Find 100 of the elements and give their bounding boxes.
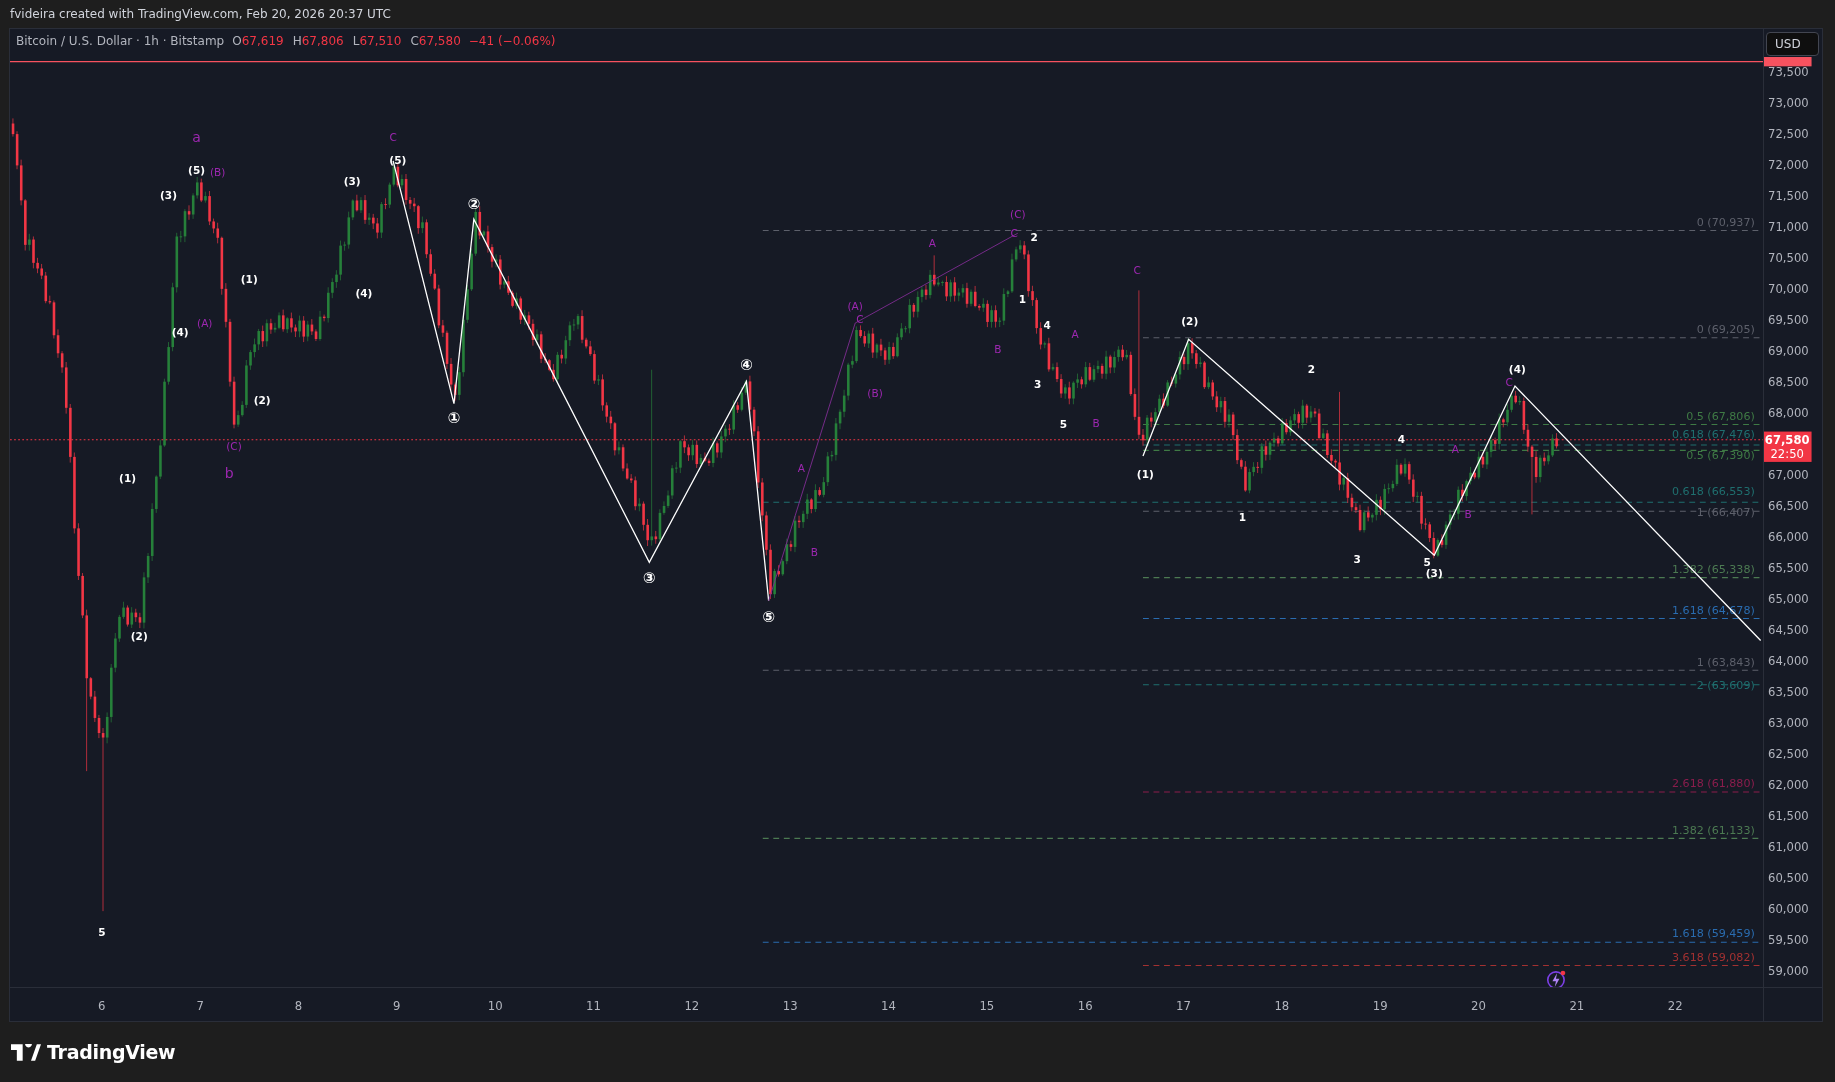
- wave-label: ⑤: [762, 607, 776, 626]
- last-price-tag: [1764, 431, 1812, 462]
- time-axis-label: 17: [1176, 999, 1191, 1014]
- price-axis-label: 59,500: [1768, 932, 1809, 947]
- wave-label: (4): [355, 287, 373, 300]
- price-axis-label: 71,000: [1768, 219, 1809, 234]
- bar-countdown: 22:50: [1770, 447, 1804, 462]
- wave-label: (A): [847, 300, 863, 313]
- price-axis-label: 64,000: [1768, 653, 1809, 668]
- time-axis-label: 16: [1077, 999, 1093, 1014]
- fib-level-label: 1.382 (61,133): [1672, 823, 1755, 837]
- wave-label: (C): [1010, 208, 1026, 221]
- wave-label: ④: [739, 355, 753, 374]
- currency-button[interactable]: USD: [1766, 32, 1819, 56]
- wave-label: 5: [1059, 418, 1068, 431]
- price-axis-label: 60,000: [1768, 901, 1809, 916]
- time-axis-label: 14: [881, 999, 896, 1014]
- time-axis-label: 8: [294, 999, 303, 1014]
- time-axis-label: 6: [98, 999, 106, 1014]
- wave-label: A: [1451, 442, 1459, 455]
- wave-label: (1): [240, 273, 258, 286]
- time-axis-label: 20: [1471, 999, 1486, 1014]
- wave-label: C: [1505, 376, 1513, 389]
- caption-text: fvideira created with TradingView.com, Feb 20, 2026 20:37 UTC: [10, 7, 391, 21]
- wave-label: (5): [188, 163, 206, 176]
- time-axis-label: 21: [1569, 999, 1585, 1014]
- wave-label: 1: [1238, 511, 1247, 524]
- time-axis-label: 19: [1372, 999, 1388, 1014]
- wave-label: (B): [867, 386, 883, 399]
- time-axis-label: 22: [1667, 999, 1683, 1014]
- price-axis-label: 63,500: [1768, 684, 1809, 699]
- time-axis-label: 10: [487, 999, 503, 1014]
- ohlc-value: L67,510: [352, 34, 402, 48]
- time-axis-label: 13: [782, 999, 798, 1014]
- wave-label: (C): [226, 440, 242, 453]
- price-axis-label: 64,500: [1768, 622, 1809, 637]
- price-axis-label: 63,000: [1768, 715, 1809, 730]
- price-axis-label: 68,500: [1768, 374, 1809, 389]
- wave-label: C: [1133, 264, 1141, 277]
- wave-label: 3: [1353, 553, 1361, 566]
- time-axis-label: 15: [979, 999, 995, 1014]
- wave-label: A: [1071, 328, 1079, 341]
- lightning-icon: [1546, 970, 1566, 987]
- wave-label: ③: [642, 569, 656, 588]
- price-axis-label: 69,000: [1768, 343, 1809, 358]
- wave-label: (3): [160, 189, 177, 202]
- fib-level-label: 0 (69,205): [1696, 323, 1755, 337]
- wave-label: 3: [1034, 378, 1042, 391]
- fib-level-label: 0.618 (67,476): [1672, 428, 1755, 442]
- price-axis-label: 60,500: [1768, 870, 1809, 885]
- wave-label: 1: [1018, 293, 1027, 306]
- price-axis-label: 70,000: [1768, 281, 1809, 296]
- wave-label: C: [856, 313, 864, 326]
- symbol-title: Bitcoin / U.S. Dollar · 1h · Bitstamp: [16, 34, 225, 48]
- wave-label: ①: [447, 409, 461, 428]
- fib-level-label: 0.5 (67,806): [1686, 409, 1755, 423]
- wave-label: (5): [389, 154, 407, 167]
- fib-level-label: 1 (66,407): [1696, 506, 1755, 519]
- fib-level-label: 1.618 (59,459): [1672, 927, 1755, 941]
- wave-label: 4: [1397, 433, 1406, 446]
- wave-label: (2): [130, 630, 148, 643]
- price-change: −41 (−0.06%): [468, 34, 556, 48]
- time-axis-label: 7: [196, 999, 204, 1014]
- price-axis-label: 73,500: [1768, 64, 1809, 79]
- wave-label: A: [797, 462, 805, 475]
- price-axis-label: 59,000: [1768, 963, 1809, 978]
- price-axis-label: 67,000: [1768, 467, 1809, 482]
- wave-label: 4: [1043, 318, 1051, 331]
- wave-label: B: [1092, 416, 1100, 429]
- fib-level-label: 2.618 (61,880): [1672, 777, 1755, 791]
- wave-label: 5: [1423, 555, 1431, 568]
- brand-name: TradingView: [47, 1041, 176, 1063]
- wave-label: C: [1010, 226, 1018, 239]
- wave-label: C: [389, 131, 397, 143]
- fib-level-label: 0.618 (66,553): [1672, 485, 1755, 499]
- price-axis-label: 70,500: [1768, 250, 1809, 265]
- last-price: 67,580: [1764, 433, 1810, 448]
- fib-level-label: 2 (63,609): [1696, 679, 1755, 693]
- price-axis-label: 65,500: [1768, 560, 1809, 575]
- fib-level-label: 3.618 (59,082): [1672, 950, 1755, 964]
- wave-label: (4): [171, 325, 189, 338]
- price-axis-label: 72,500: [1768, 126, 1809, 141]
- wave-label: 5: [98, 925, 106, 938]
- time-axis-label: 12: [684, 999, 700, 1014]
- time-axis-label: 18: [1274, 999, 1290, 1014]
- wave-label: B: [810, 546, 818, 559]
- high-price-tag: [1764, 57, 1812, 67]
- price-axis-label: 61,000: [1768, 839, 1809, 854]
- wave-label: B: [1464, 507, 1472, 520]
- price-axis-label: 73,000: [1768, 95, 1809, 110]
- fib-level-label: 1 (63,843): [1696, 655, 1755, 669]
- ohlc-value: C67,580: [410, 34, 461, 48]
- price-axis-label: 62,000: [1768, 777, 1809, 792]
- price-axis-label: 61,500: [1768, 808, 1809, 823]
- wave-label: B: [994, 343, 1002, 356]
- fib-level-label: 0 (70,937): [1696, 215, 1755, 229]
- price-axis-label: 71,500: [1768, 188, 1809, 203]
- wave-label: b: [224, 465, 234, 482]
- wave-label: (3): [1425, 567, 1443, 580]
- wave-label: (1): [119, 471, 137, 484]
